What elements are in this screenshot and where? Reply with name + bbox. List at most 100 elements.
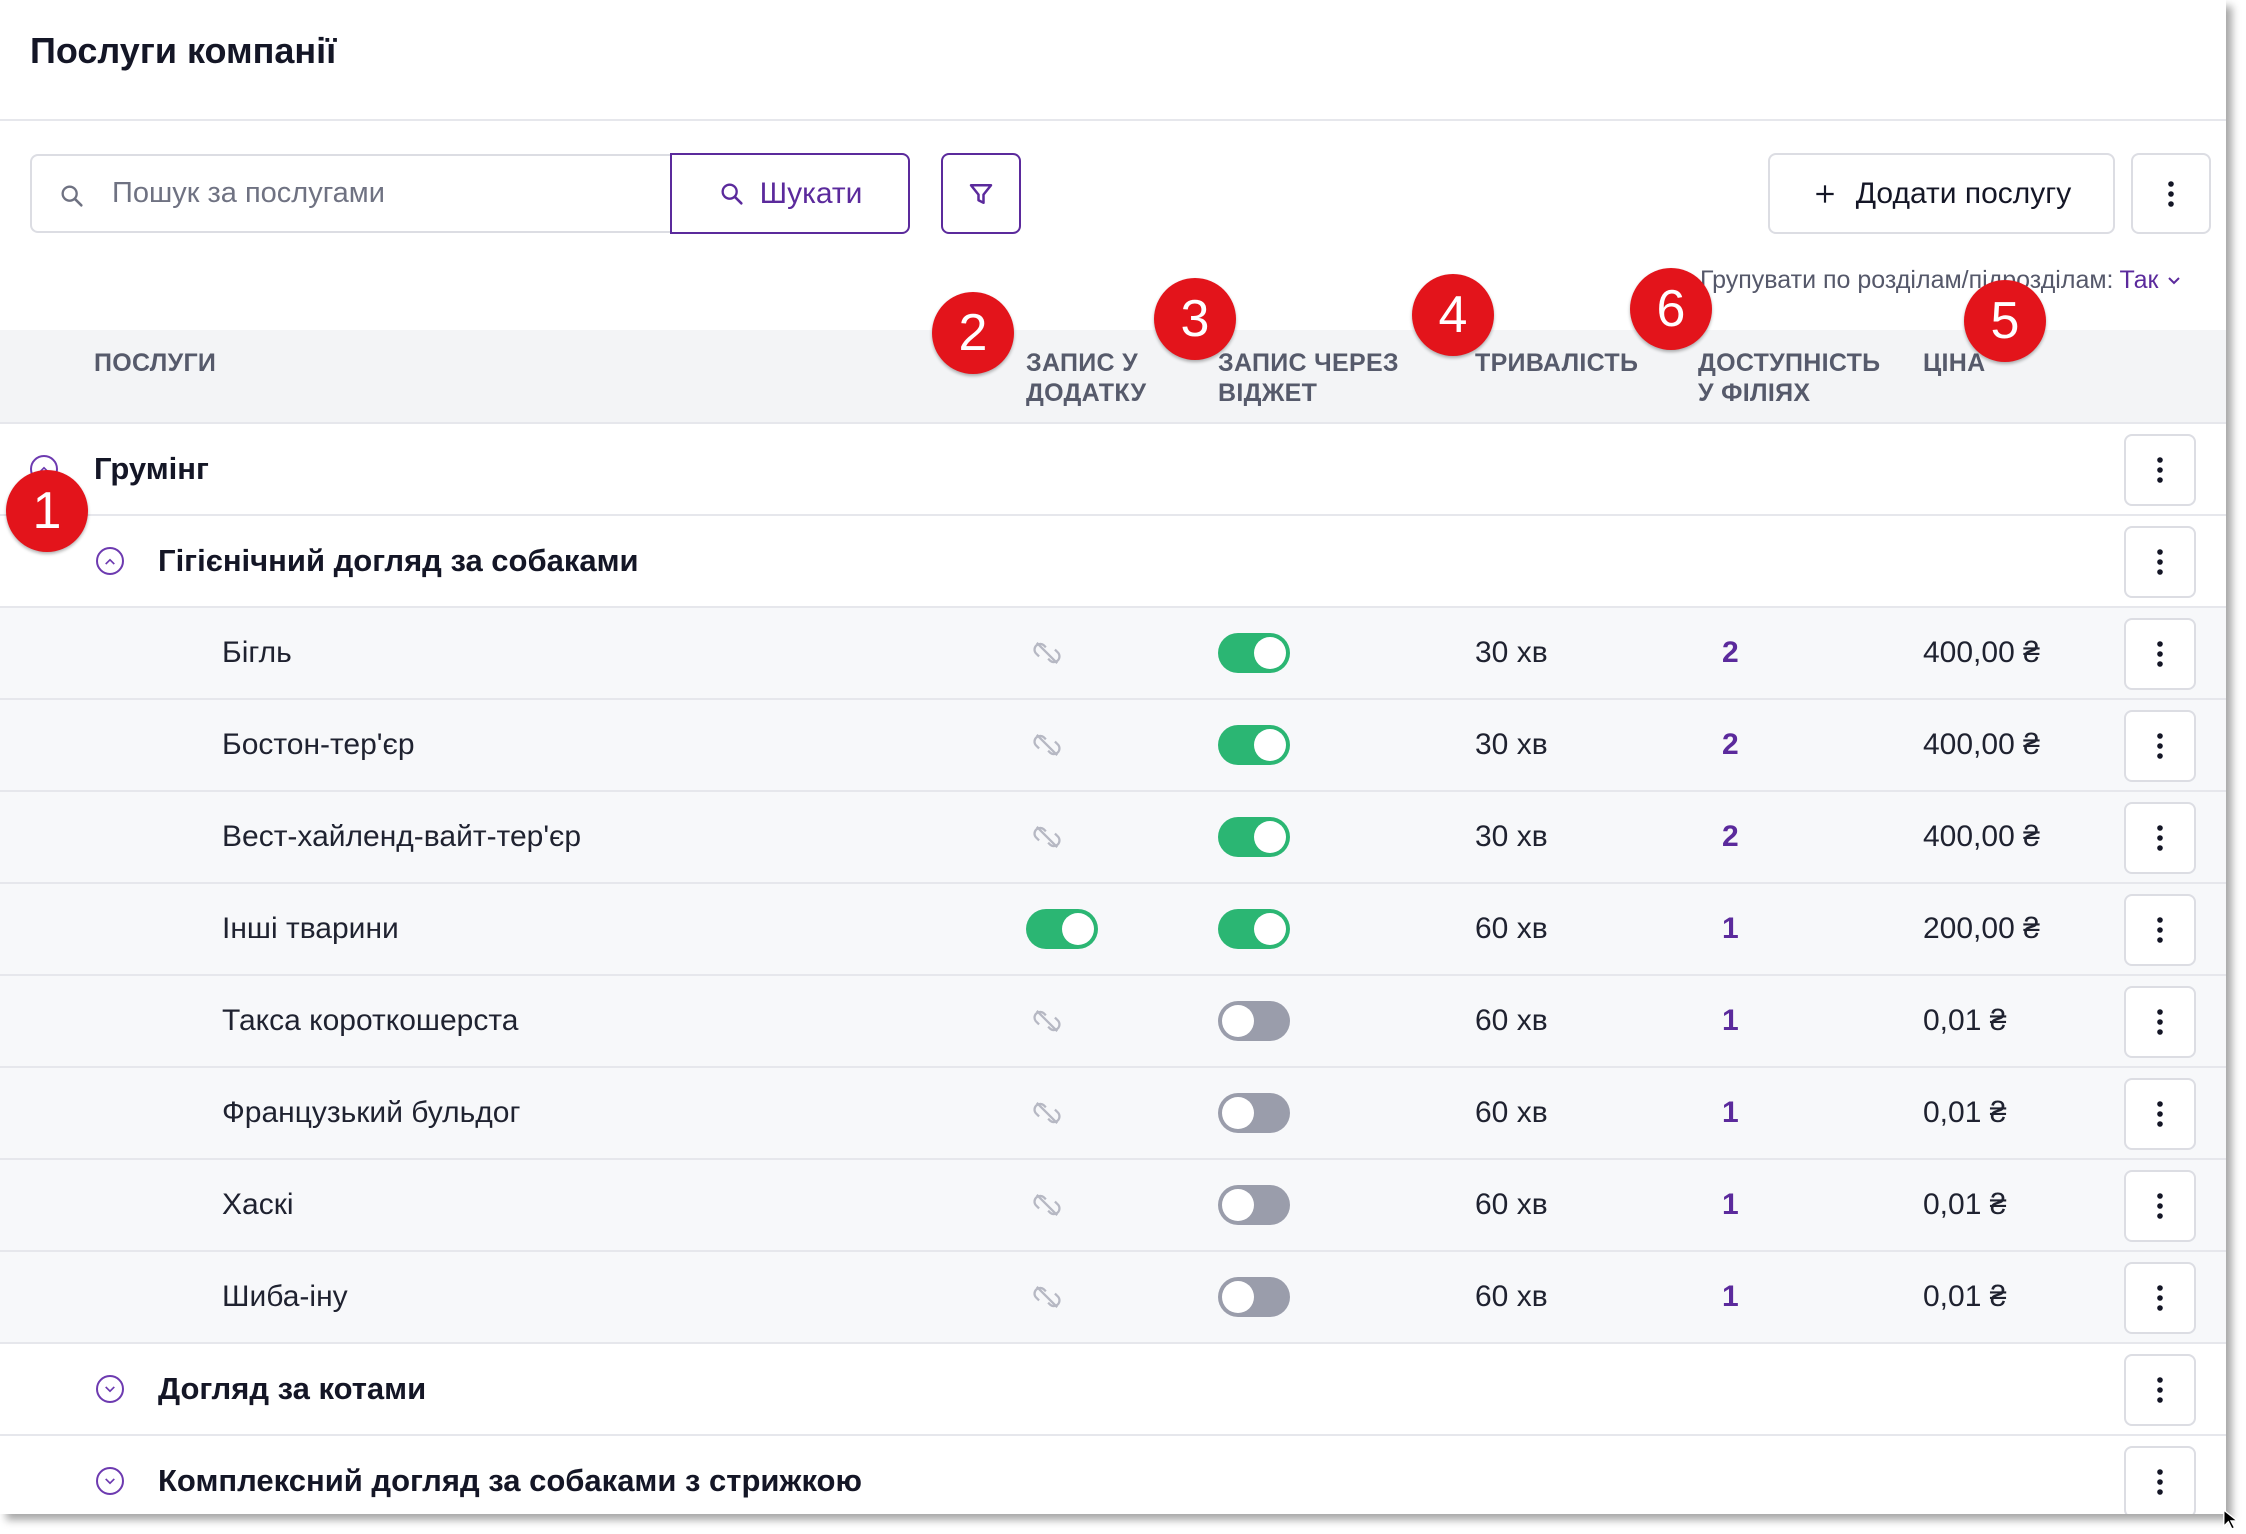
expand-toggle[interactable] [96, 1375, 124, 1403]
kebab-icon [2157, 733, 2163, 759]
kebab-icon [2157, 1469, 2163, 1495]
annotation-badge: 2 [932, 292, 1014, 374]
col-services: Послуги [94, 349, 217, 377]
kebab-icon [2157, 641, 2163, 667]
app-booking-toggle[interactable] [1026, 909, 1098, 949]
service-row[interactable]: Французький бульдог 60 хв 1 0,01 ₴ [0, 1068, 2226, 1160]
kebab-icon [2157, 917, 2163, 943]
table-header: Послуги Запис у додатку Запис через відж… [0, 330, 2226, 424]
service-duration: 30 хв [1475, 636, 1548, 669]
search-field[interactable] [30, 154, 672, 233]
branch-count-link[interactable]: 1 [1722, 1160, 1739, 1250]
branch-count-link[interactable]: 1 [1722, 1068, 1739, 1158]
kebab-icon [2157, 1101, 2163, 1127]
chevron-up-icon [105, 558, 115, 565]
search-button[interactable]: Шукати [670, 153, 910, 234]
kebab-icon [2157, 457, 2163, 483]
service-price: 0,01 ₴ [1923, 1188, 2007, 1221]
service-row[interactable]: Шиба-іну 60 хв 1 0,01 ₴ [0, 1252, 2226, 1344]
row-more-button[interactable] [2124, 802, 2196, 874]
service-duration: 60 хв [1475, 1096, 1548, 1129]
service-name: Вест-хайленд-вайт-тер'єр [222, 820, 582, 853]
subgroup-name: Гігієнічний догляд за собаками [158, 543, 639, 578]
broken-link-icon [1033, 641, 1061, 665]
row-more-button[interactable] [2124, 710, 2196, 782]
subgroup-name: Комплексний догляд за собаками з стрижко… [158, 1463, 862, 1498]
row-more-button[interactable] [2124, 526, 2196, 598]
service-name: Бостон-тер'єр [222, 728, 415, 761]
col-app-booking: Запис у додатку [1026, 348, 1146, 408]
branch-count-link[interactable]: 2 [1722, 792, 1739, 882]
service-duration: 30 хв [1475, 728, 1548, 761]
row-more-button[interactable] [2124, 986, 2196, 1058]
subgroup-row[interactable]: Догляд за котами [0, 1344, 2226, 1436]
subgroup-row[interactable]: Гігієнічний догляд за собаками [0, 516, 2226, 608]
chevron-down-icon [2167, 277, 2180, 285]
group-name: Грумінг [94, 451, 209, 486]
branch-count-link[interactable]: 1 [1722, 1252, 1739, 1342]
service-name: Французький бульдог [222, 1096, 521, 1129]
service-row[interactable]: Хаскі 60 хв 1 0,01 ₴ [0, 1160, 2226, 1252]
search-button-label: Шукати [759, 176, 863, 210]
toolbar-more-button[interactable] [2131, 153, 2211, 234]
widget-toggle[interactable] [1218, 1277, 1290, 1317]
service-price: 400,00 ₴ [1923, 820, 2040, 853]
row-more-button[interactable] [2124, 434, 2196, 506]
service-row[interactable]: Бігль 30 хв 2 400,00 ₴ [0, 608, 2226, 700]
widget-toggle[interactable] [1218, 817, 1290, 857]
col-duration: Тривалість [1475, 349, 1639, 377]
kebab-icon [2157, 825, 2163, 851]
row-more-button[interactable] [2124, 1078, 2196, 1150]
widget-toggle[interactable] [1218, 1185, 1290, 1225]
services-page: Послуги компанії Шукати Додати послугу [0, 0, 2226, 1514]
col-widget-booking-line1: Запис через [1218, 349, 1399, 377]
branch-count-link[interactable]: 1 [1722, 976, 1739, 1066]
col-branches: Доступність у філіях [1698, 348, 1880, 408]
row-more-button[interactable] [2124, 1262, 2196, 1334]
widget-toggle[interactable] [1218, 725, 1290, 765]
annotation-badge: 6 [1630, 268, 1712, 350]
row-more-button[interactable] [2124, 1170, 2196, 1242]
widget-toggle[interactable] [1218, 1001, 1290, 1041]
row-more-button[interactable] [2124, 894, 2196, 966]
col-app-booking-line2: додатку [1026, 379, 1147, 407]
widget-toggle[interactable] [1218, 633, 1290, 673]
widget-toggle[interactable] [1218, 1093, 1290, 1133]
group-by-value: Так [2119, 266, 2159, 294]
subgroup-row[interactable]: Комплексний догляд за собаками з стрижко… [0, 1436, 2226, 1514]
col-branches-line2: у філіях [1698, 379, 1811, 407]
collapse-toggle[interactable] [96, 547, 124, 575]
kebab-icon [2168, 180, 2174, 207]
annotation-badge: 5 [1964, 280, 2046, 362]
service-duration: 60 хв [1475, 1188, 1548, 1221]
service-name: Шиба-іну [222, 1280, 348, 1313]
widget-toggle[interactable] [1218, 909, 1290, 949]
branch-count-link[interactable]: 2 [1722, 700, 1739, 790]
add-service-label: Додати послугу [1855, 176, 2072, 210]
service-row[interactable]: Бостон-тер'єр 30 хв 2 400,00 ₴ [0, 700, 2226, 792]
group-by-label: Групувати по розділам/підрозділам: [1700, 266, 2114, 294]
broken-link-icon [1033, 1009, 1061, 1033]
branch-count-link[interactable]: 2 [1722, 608, 1739, 698]
add-service-button[interactable]: Додати послугу [1768, 153, 2115, 234]
group-row[interactable]: Грумінг [0, 424, 2226, 516]
service-row[interactable]: Такса короткошерста 60 хв 1 0,01 ₴ [0, 976, 2226, 1068]
filter-button[interactable] [941, 153, 1021, 234]
branch-count-link[interactable]: 1 [1722, 884, 1739, 974]
plus-icon [1816, 184, 1834, 203]
service-row[interactable]: Вест-хайленд-вайт-тер'єр 30 хв 2 400,00 … [0, 792, 2226, 884]
row-more-button[interactable] [2124, 618, 2196, 690]
row-more-button[interactable] [2124, 1446, 2196, 1514]
row-more-button[interactable] [2124, 1354, 2196, 1426]
service-price: 0,01 ₴ [1923, 1004, 2007, 1037]
kebab-icon [2157, 1193, 2163, 1219]
kebab-icon [2157, 549, 2163, 575]
service-price: 0,01 ₴ [1923, 1280, 2007, 1313]
expand-toggle[interactable] [96, 1467, 124, 1495]
search-input[interactable] [112, 156, 652, 231]
service-row[interactable]: Інші тварини 60 хв 1 200,00 ₴ [0, 884, 2226, 976]
group-by-selector[interactable]: Групувати по розділам/підрозділам: Так [1700, 266, 2181, 295]
service-name: Хаскі [222, 1188, 294, 1221]
service-price: 400,00 ₴ [1923, 728, 2040, 761]
search-icon [721, 183, 743, 205]
